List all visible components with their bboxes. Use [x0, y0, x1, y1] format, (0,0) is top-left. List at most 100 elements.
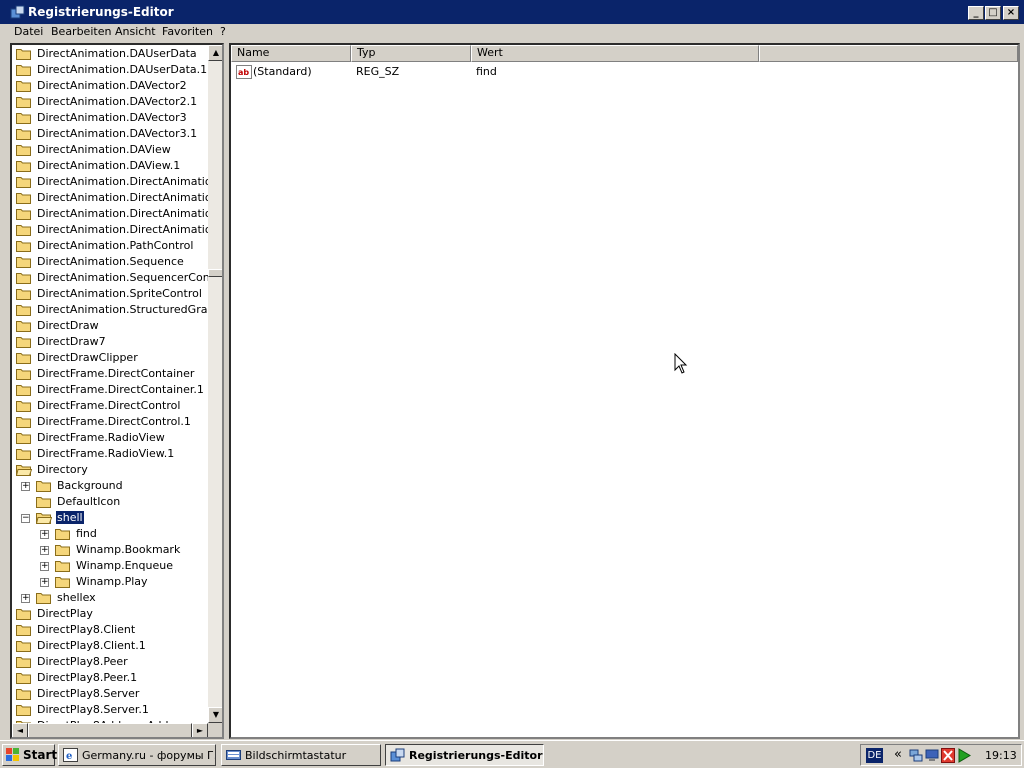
folder-icon [16, 689, 31, 700]
taskbar-button-keyboard[interactable]: Bildschirmtastatur [221, 744, 381, 766]
expand-icon[interactable]: + [40, 530, 49, 539]
hscroll-thumb[interactable] [28, 723, 192, 737]
tree-item-label: DirectAnimation.DAVector2.1 [37, 95, 198, 108]
tree-item-label: DirectPlay8.Server [37, 687, 140, 700]
folder-icon [55, 529, 70, 540]
column-header-name[interactable]: Name [231, 45, 351, 62]
tree-item[interactable]: DirectPlay8.Peer.1 [12, 670, 208, 686]
tree-item[interactable]: DirectAnimation.PathControl [12, 238, 208, 254]
tree-item[interactable]: + Winamp.Bookmark [12, 542, 208, 558]
tree-item[interactable]: DirectAnimation.Sequence [12, 254, 208, 270]
menu-favoriten[interactable]: Favoriten [162, 25, 213, 38]
expand-icon[interactable]: + [21, 594, 30, 603]
tree-item[interactable]: DirectFrame.DirectContainer [12, 366, 208, 382]
tree-item[interactable]: DirectPlay [12, 606, 208, 622]
tree-item-label: DirectAnimation.DAVector3.1 [37, 127, 198, 140]
play-icon[interactable] [957, 748, 971, 763]
tree-item[interactable]: DirectFrame.RadioView [12, 430, 208, 446]
folder-icon [16, 145, 31, 156]
taskbar-label: Germany.ru - форумы Г... [82, 749, 216, 762]
tree-item-label: DirectAnimation.DAVector3 [37, 111, 187, 124]
tree-vertical-scrollbar[interactable]: ▲ ▼ [208, 45, 222, 723]
scroll-thumb[interactable] [208, 269, 222, 277]
tree-item[interactable]: DirectFrame.DirectControl [12, 398, 208, 414]
tree-item[interactable]: DirectAnimation.DAUserData [12, 46, 208, 62]
tree-item[interactable]: DirectDraw7 [12, 334, 208, 350]
tree-item[interactable]: + shellex [12, 590, 208, 606]
collapse-icon[interactable]: − [21, 514, 30, 523]
tree-item[interactable]: DirectPlay8.Server [12, 686, 208, 702]
tree-item[interactable]: DirectFrame.DirectControl.1 [12, 414, 208, 430]
menu-datei[interactable]: Datei [14, 25, 43, 38]
tree-item[interactable]: DirectAnimation.DAView [12, 142, 208, 158]
tree-item[interactable]: DirectAnimation.SequencerControl [12, 270, 208, 286]
tree-item[interactable]: + Winamp.Play [12, 574, 208, 590]
column-header-value[interactable]: Wert [471, 45, 759, 62]
tree-item-label: DirectAnimation.PathControl [37, 239, 194, 252]
scroll-left-button[interactable]: ◄ [12, 723, 28, 737]
tree-item[interactable]: DirectAnimation.DAUserData.1 [12, 62, 208, 78]
expand-icon[interactable]: + [40, 562, 49, 571]
tree-item[interactable]: DirectDraw [12, 318, 208, 334]
scroll-down-button[interactable]: ▼ [208, 707, 222, 723]
tree-item[interactable]: DirectFrame.RadioView.1 [12, 446, 208, 462]
tree-item[interactable]: + Winamp.Enqueue [12, 558, 208, 574]
minimize-button[interactable]: _ [968, 6, 984, 20]
tree-item[interactable]: DirectAnimation.DirectAnimationIntegrate… [12, 174, 208, 190]
value-data: find [476, 65, 497, 78]
tree-item[interactable]: DirectAnimation.DAVector3 [12, 110, 208, 126]
key-tree-pane[interactable]: DirectAnimation.DAUserData DirectAnimatio… [10, 43, 224, 739]
tree-item[interactable]: DirectAnimation.DAVector2.1 [12, 94, 208, 110]
tree-item-label: DirectAnimation.DirectAnimationWindowedI… [37, 223, 208, 236]
tree-horizontal-scrollbar[interactable]: ◄ ► [12, 723, 208, 737]
expand-icon[interactable]: + [21, 482, 30, 491]
tree-item[interactable]: DirectAnimation.DirectAnimationWindowedI… [12, 222, 208, 238]
tree-item[interactable]: DirectAnimation.DAVector3.1 [12, 126, 208, 142]
tree-item[interactable]: + find [12, 526, 208, 542]
tree-item[interactable]: DirectPlay8.Peer [12, 654, 208, 670]
string-value-icon: ab [236, 65, 252, 79]
tree-item[interactable]: DirectAnimation.DirectAnimationWindowedI… [12, 206, 208, 222]
start-button[interactable]: Start [2, 744, 58, 766]
tree-item[interactable]: DirectAnimation.DAView.1 [12, 158, 208, 174]
value-list-pane[interactable]: Name Typ Wert ab (Standard) REG_SZ find [229, 43, 1020, 739]
start-label: Start [23, 748, 58, 762]
tree-item[interactable]: DefaultIcon [12, 494, 208, 510]
tree-item[interactable]: DirectAnimation.SpriteControl [12, 286, 208, 302]
tree-item[interactable]: DirectFrame.DirectContainer.1 [12, 382, 208, 398]
menu-help[interactable]: ? [220, 25, 226, 38]
network-icon[interactable] [909, 748, 923, 763]
folder-icon [16, 385, 31, 396]
window-title: Registrierungs-Editor [28, 5, 174, 19]
show-hidden-icons-button[interactable]: « [894, 747, 902, 762]
expand-icon[interactable]: + [40, 546, 49, 555]
scroll-up-button[interactable]: ▲ [208, 45, 222, 61]
tree-item[interactable]: DirectAnimation.DAVector2 [12, 78, 208, 94]
language-indicator[interactable]: DE [866, 748, 883, 763]
menu-bearbeiten[interactable]: Bearbeiten [51, 25, 111, 38]
antivirus-icon[interactable] [941, 748, 955, 763]
value-row[interactable]: ab (Standard) REG_SZ find [231, 64, 1018, 80]
scroll-right-button[interactable]: ► [192, 723, 208, 737]
tree-item[interactable]: DirectPlay8.Server.1 [12, 702, 208, 718]
taskbar-button-regedit[interactable]: Registrierungs-Editor [385, 744, 544, 766]
tree-item[interactable]: − shell [12, 510, 208, 526]
tree-item[interactable]: DirectPlay8.Client [12, 622, 208, 638]
menu-ansicht[interactable]: Ansicht [115, 25, 156, 38]
close-button[interactable]: × [1003, 6, 1019, 20]
tree-item[interactable]: Directory [12, 462, 208, 478]
expand-icon[interactable]: + [40, 578, 49, 587]
tree-item[interactable]: DirectDrawClipper [12, 350, 208, 366]
title-bar[interactable]: Registrierungs-Editor _ □ × [0, 0, 1024, 24]
tree-item[interactable]: DirectAnimation.DirectAnimationIntegrate… [12, 190, 208, 206]
column-header-type[interactable]: Typ [351, 45, 471, 62]
folder-icon [16, 49, 31, 60]
tree-item[interactable]: + Background [12, 478, 208, 494]
tree-item[interactable]: DirectAnimation.StructuredGraphicsContro… [12, 302, 208, 318]
computer-icon[interactable] [925, 748, 939, 763]
open-folder-icon [16, 465, 32, 476]
maximize-button[interactable]: □ [985, 6, 1001, 20]
taskbar-button-browser[interactable]: e Germany.ru - форумы Г... [58, 744, 216, 766]
folder-icon [16, 273, 31, 284]
tree-item[interactable]: DirectPlay8.Client.1 [12, 638, 208, 654]
